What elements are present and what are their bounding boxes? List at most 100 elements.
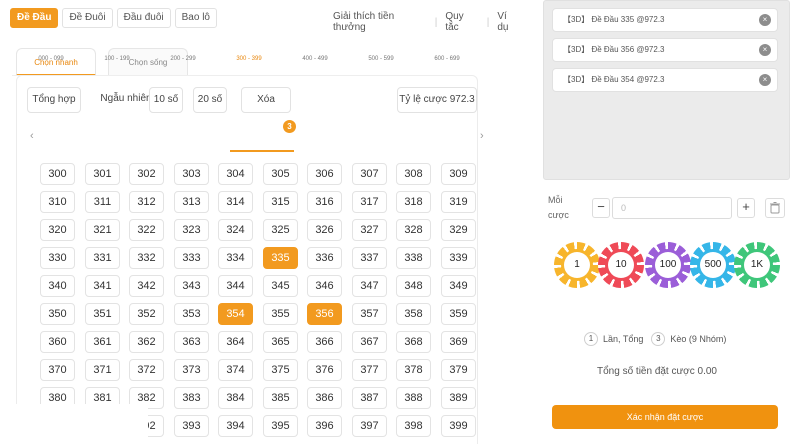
number-cell[interactable]: 383 bbox=[174, 387, 209, 409]
chip-1[interactable]: 1 bbox=[554, 242, 600, 288]
number-cell[interactable]: 305 bbox=[263, 163, 298, 185]
number-cell[interactable]: 387 bbox=[352, 387, 387, 409]
link-rules[interactable]: Quy tắc bbox=[445, 11, 478, 33]
number-cell[interactable]: 352 bbox=[129, 303, 164, 325]
chevron-right-icon[interactable]: › bbox=[480, 130, 484, 142]
tab-de-dau[interactable]: Đề Đầu bbox=[10, 8, 59, 28]
number-cell[interactable]: 326 bbox=[307, 219, 342, 241]
number-cell[interactable]: 344 bbox=[218, 275, 253, 297]
tab-bao-lo[interactable]: Bao lô bbox=[174, 8, 217, 28]
number-cell[interactable]: 398 bbox=[396, 415, 431, 437]
random-20-button[interactable]: 20 số bbox=[193, 87, 227, 113]
tab-dau-duoi[interactable]: Đầu đuôi bbox=[116, 8, 171, 28]
number-cell[interactable]: 361 bbox=[85, 331, 120, 353]
range-tab-100[interactable]: 100 - 199 bbox=[84, 56, 150, 62]
number-cell[interactable]: 372 bbox=[129, 359, 164, 381]
number-cell[interactable]: 342 bbox=[129, 275, 164, 297]
number-cell[interactable]: 340 bbox=[40, 275, 75, 297]
close-icon[interactable]: × bbox=[759, 44, 771, 56]
number-cell[interactable]: 314 bbox=[218, 191, 253, 213]
close-icon[interactable]: × bbox=[759, 14, 771, 26]
number-cell[interactable]: 318 bbox=[396, 191, 431, 213]
number-cell[interactable]: 302 bbox=[129, 163, 164, 185]
number-cell[interactable]: 396 bbox=[307, 415, 342, 437]
stake-increase-button[interactable]: + bbox=[737, 198, 755, 218]
number-cell[interactable]: 359 bbox=[441, 303, 476, 325]
chevron-left-icon[interactable]: ‹ bbox=[30, 130, 34, 142]
chip-500[interactable]: 500 bbox=[690, 242, 736, 288]
number-cell[interactable]: 385 bbox=[263, 387, 298, 409]
number-cell[interactable]: 395 bbox=[263, 415, 298, 437]
range-tab-300[interactable]: 300 - 399 bbox=[216, 56, 282, 62]
number-cell[interactable]: 322 bbox=[129, 219, 164, 241]
link-prize-explanation[interactable]: Giải thích tiền thưởng bbox=[333, 11, 427, 33]
number-cell[interactable]: 363 bbox=[174, 331, 209, 353]
number-cell[interactable]: 339 bbox=[441, 247, 476, 269]
number-cell[interactable]: 399 bbox=[441, 415, 476, 437]
number-cell[interactable]: 311 bbox=[85, 191, 120, 213]
number-cell[interactable]: 371 bbox=[85, 359, 120, 381]
trash-icon[interactable] bbox=[765, 198, 785, 218]
number-cell[interactable]: 300 bbox=[40, 163, 75, 185]
number-cell[interactable]: 386 bbox=[307, 387, 342, 409]
number-cell[interactable]: 323 bbox=[174, 219, 209, 241]
number-cell[interactable]: 309 bbox=[441, 163, 476, 185]
number-cell[interactable]: 388 bbox=[396, 387, 431, 409]
number-cell[interactable]: 330 bbox=[40, 247, 75, 269]
range-tab-500[interactable]: 500 - 599 bbox=[348, 56, 414, 62]
number-cell[interactable]: 353 bbox=[174, 303, 209, 325]
number-cell[interactable]: 315 bbox=[263, 191, 298, 213]
stake-decrease-button[interactable]: − bbox=[592, 198, 610, 218]
number-cell[interactable]: 338 bbox=[396, 247, 431, 269]
confirm-bet-button[interactable]: Xác nhận đặt cược bbox=[552, 405, 778, 429]
number-cell[interactable]: 316 bbox=[307, 191, 342, 213]
number-cell[interactable]: 368 bbox=[396, 331, 431, 353]
number-cell[interactable]: 379 bbox=[441, 359, 476, 381]
number-cell[interactable]: 301 bbox=[85, 163, 120, 185]
number-cell[interactable]: 306 bbox=[307, 163, 342, 185]
number-cell[interactable]: 378 bbox=[396, 359, 431, 381]
number-cell[interactable]: 333 bbox=[174, 247, 209, 269]
number-cell[interactable]: 373 bbox=[174, 359, 209, 381]
number-cell[interactable]: 347 bbox=[352, 275, 387, 297]
number-cell[interactable]: 346 bbox=[307, 275, 342, 297]
chip-100[interactable]: 100 bbox=[645, 242, 691, 288]
range-tab-000[interactable]: 000 - 099 bbox=[18, 56, 84, 62]
number-cell[interactable]: 331 bbox=[85, 247, 120, 269]
number-cell[interactable]: 329 bbox=[441, 219, 476, 241]
number-cell[interactable]: 350 bbox=[40, 303, 75, 325]
number-cell[interactable]: 317 bbox=[352, 191, 387, 213]
number-cell[interactable]: 348 bbox=[396, 275, 431, 297]
range-tab-600[interactable]: 600 - 699 bbox=[414, 56, 480, 62]
summary-button[interactable]: Tổng hợp bbox=[27, 87, 81, 113]
number-cell[interactable]: 397 bbox=[352, 415, 387, 437]
number-cell[interactable]: 307 bbox=[352, 163, 387, 185]
number-cell[interactable]: 303 bbox=[174, 163, 209, 185]
number-cell[interactable]: 320 bbox=[40, 219, 75, 241]
number-cell[interactable]: 319 bbox=[441, 191, 476, 213]
number-cell[interactable]: 349 bbox=[441, 275, 476, 297]
range-tab-400[interactable]: 400 - 499 bbox=[282, 56, 348, 62]
number-cell[interactable]: 369 bbox=[441, 331, 476, 353]
number-cell[interactable]: 308 bbox=[396, 163, 431, 185]
close-icon[interactable]: × bbox=[759, 74, 771, 86]
number-cell[interactable]: 336 bbox=[307, 247, 342, 269]
number-cell[interactable]: 370 bbox=[40, 359, 75, 381]
number-cell[interactable]: 394 bbox=[218, 415, 253, 437]
chip-10[interactable]: 10 bbox=[598, 242, 644, 288]
number-cell[interactable]: 355 bbox=[263, 303, 298, 325]
range-tab-200[interactable]: 200 - 299 bbox=[150, 56, 216, 62]
number-cell[interactable]: 325 bbox=[263, 219, 298, 241]
number-cell[interactable]: 365 bbox=[263, 331, 298, 353]
number-cell[interactable]: 313 bbox=[174, 191, 209, 213]
number-cell[interactable]: 375 bbox=[263, 359, 298, 381]
number-cell[interactable]: 334 bbox=[218, 247, 253, 269]
number-cell[interactable]: 332 bbox=[129, 247, 164, 269]
number-cell[interactable]: 360 bbox=[40, 331, 75, 353]
random-10-button[interactable]: 10 số bbox=[149, 87, 183, 113]
number-cell[interactable]: 343 bbox=[174, 275, 209, 297]
number-cell[interactable]: 374 bbox=[218, 359, 253, 381]
number-cell[interactable]: 341 bbox=[85, 275, 120, 297]
number-cell[interactable]: 362 bbox=[129, 331, 164, 353]
clear-button[interactable]: Xóa bbox=[241, 87, 291, 113]
